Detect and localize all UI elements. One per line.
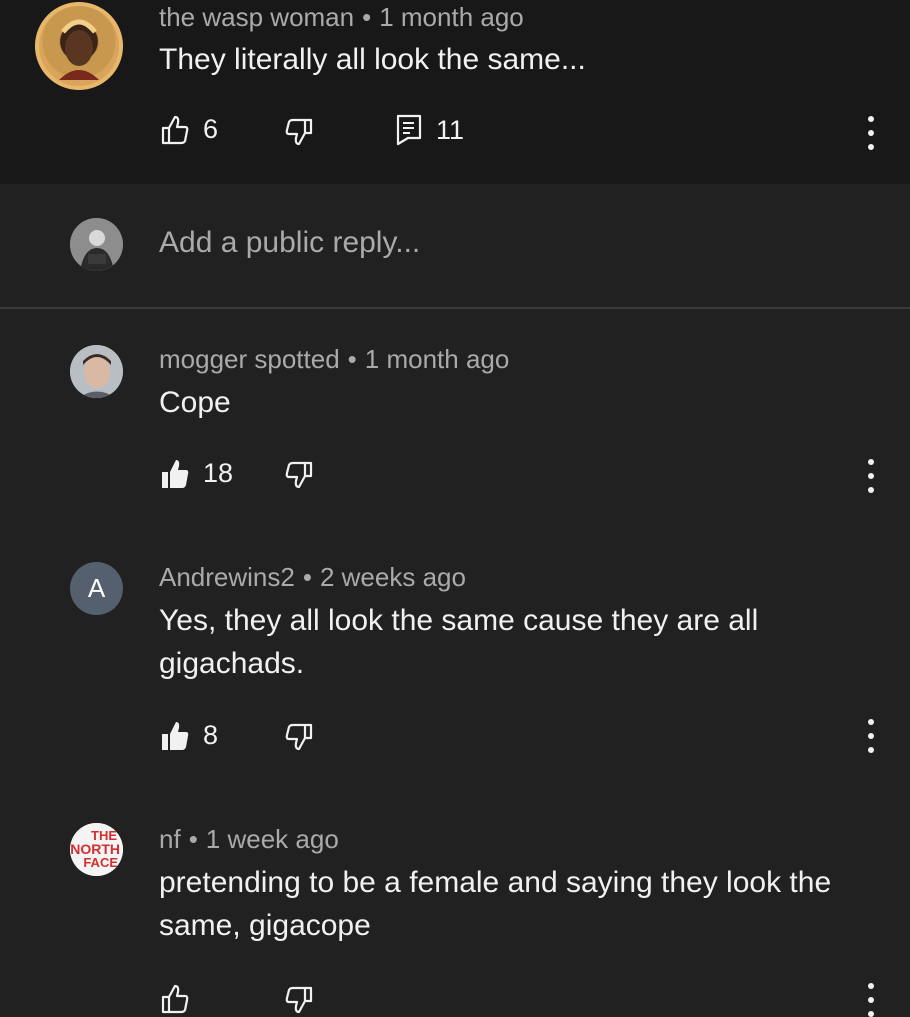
dislike-button[interactable] [285, 986, 313, 1014]
thumbs-up-icon [161, 115, 189, 145]
dislike-button[interactable] [285, 461, 313, 489]
thumbs-down-icon [285, 986, 313, 1014]
more-options-button[interactable] [860, 983, 882, 1017]
like-button[interactable]: 6 [161, 114, 218, 145]
avatar[interactable]: THE NORTH FACE [70, 823, 123, 876]
comment-text: Yes, they all look the same cause they a… [159, 604, 759, 680]
thumbs-up-filled-icon [161, 459, 189, 489]
like-count: 6 [203, 114, 219, 144]
like-count: 8 [203, 720, 219, 750]
author-name[interactable]: nf [159, 824, 181, 854]
thumbs-up-filled-icon [161, 721, 189, 751]
svg-text:FACE: FACE [83, 855, 118, 870]
thumbs-down-icon [285, 723, 313, 751]
more-vert-icon [868, 719, 874, 725]
comment-meta: nf • 1 week ago [159, 824, 339, 855]
current-user-avatar[interactable] [70, 218, 123, 271]
thumbs-down-icon [285, 461, 313, 489]
more-options-button[interactable] [860, 719, 882, 753]
reply-count: 11 [436, 114, 465, 145]
reply-input-bar [0, 184, 910, 309]
like-button[interactable] [161, 984, 189, 1014]
thumbs-up-icon [161, 984, 189, 1014]
avatar[interactable] [35, 2, 123, 90]
separator-dot: • [188, 824, 198, 854]
timestamp[interactable]: 2 weeks ago [320, 562, 466, 592]
dislike-button[interactable] [285, 118, 313, 146]
avatar[interactable] [70, 345, 123, 398]
avatar-letter: A [87, 573, 106, 603]
separator-dot: • [362, 2, 372, 32]
comment-meta: mogger spotted • 1 month ago [159, 344, 509, 375]
like-button[interactable]: 18 [161, 458, 233, 489]
timestamp[interactable]: 1 week ago [206, 824, 339, 854]
separator-dot: • [347, 344, 357, 374]
comment-text: pretending to be a female and saying the… [159, 866, 832, 942]
more-vert-icon [868, 116, 874, 122]
avatar[interactable]: A [70, 562, 123, 615]
dislike-button[interactable] [285, 723, 313, 751]
more-options-button[interactable] [860, 116, 882, 150]
timestamp[interactable]: 1 month ago [379, 2, 524, 32]
more-vert-icon [868, 459, 874, 465]
replies-button[interactable]: 11 [396, 114, 464, 146]
like-button[interactable]: 8 [161, 720, 218, 751]
more-vert-icon [868, 983, 874, 989]
comment-text: Cope [159, 386, 231, 419]
thumbs-down-icon [285, 118, 313, 146]
more-options-button[interactable] [860, 459, 882, 493]
comment-text: They literally all look the same... [159, 43, 586, 76]
reply-comment-icon [396, 114, 422, 146]
separator-dot: • [302, 562, 312, 592]
like-count: 18 [203, 458, 234, 488]
timestamp[interactable]: 1 month ago [365, 344, 510, 374]
reply-input[interactable]: Add a public reply... [159, 226, 420, 260]
author-name[interactable]: Andrewins2 [159, 562, 295, 592]
parent-comment: the wasp woman • 1 month ago They literall… [0, 0, 910, 184]
north-face-logo: THE NORTH FACE [70, 823, 123, 876]
author-name[interactable]: the wasp woman [159, 2, 354, 32]
author-name[interactable]: mogger spotted [159, 344, 340, 374]
comment-meta: Andrewins2 • 2 weeks ago [159, 562, 466, 593]
comment-meta: the wasp woman • 1 month ago [159, 2, 524, 33]
